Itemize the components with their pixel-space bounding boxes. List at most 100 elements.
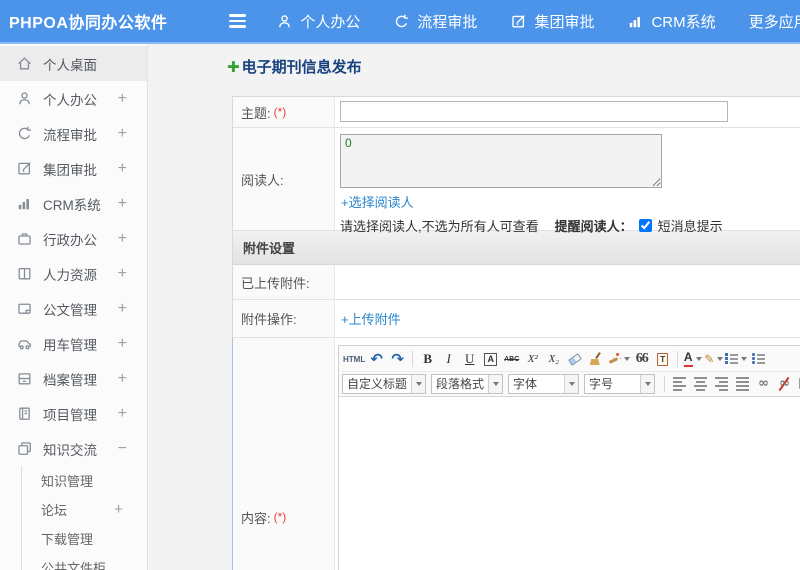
nav-group-approval[interactable]: 集团审批 (510, 11, 594, 32)
ordered-list-button[interactable] (724, 349, 748, 369)
sidebar-item-vehicle-mgmt[interactable]: 用车管理 + (0, 326, 147, 361)
insert-link-button[interactable]: ∞ (753, 374, 774, 394)
subject-label-cell: 主题: (*) (233, 97, 335, 127)
remind-readers-label: 提醒阅读人： (554, 219, 633, 234)
font-border-button[interactable]: A (480, 349, 501, 369)
select-dropdown-button[interactable] (411, 374, 426, 393)
bold-button[interactable]: B (417, 349, 438, 369)
subscript-button[interactable]: X₂ (543, 349, 564, 369)
editor-toolbar-row1: HTML ↶ ↷ B I U A ABC X² X₂ 66 T A ✎ (342, 347, 800, 371)
sidebar-subitem-forum[interactable]: 论坛 + (22, 495, 147, 524)
custom-title-select[interactable]: 自定义标题 (342, 373, 427, 394)
expand-plus-icon[interactable]: + (118, 125, 127, 143)
align-right-button[interactable] (711, 374, 732, 394)
notebook-icon (19, 407, 30, 420)
expand-plus-icon[interactable]: + (118, 195, 127, 213)
subject-input[interactable] (340, 101, 728, 122)
strikethrough-button[interactable]: ABC (501, 349, 522, 369)
sidebar-item-crm[interactable]: CRM系统 + (0, 186, 147, 221)
caret-down-icon (492, 381, 499, 386)
align-left-button[interactable] (669, 374, 690, 394)
sidebar-item-group-approval[interactable]: 集团审批 + (0, 151, 147, 186)
remove-format-button[interactable] (564, 349, 585, 369)
clear-format-button[interactable] (585, 349, 606, 369)
expand-plus-icon[interactable]: + (118, 370, 127, 388)
select-dropdown-button[interactable] (640, 374, 655, 393)
app-window: PHPOA协同办公软件 个人办公 流程审批 集团审批 CRM系统 更多应 个人桌… (0, 0, 800, 570)
readers-textarea[interactable]: 0 (340, 134, 662, 188)
bar-chart-icon (18, 199, 29, 210)
sidebar-item-desktop[interactable]: 个人桌面 (0, 46, 147, 81)
sidebar-item-knowledge-exchange[interactable]: 知识交流 − (0, 431, 147, 466)
toolbar-separator (664, 375, 666, 392)
sidebar-subitem-public-file-cabinet[interactable]: 公共文件柜 (22, 553, 147, 570)
blockquote-button[interactable]: 66 (631, 349, 652, 369)
nav-label: CRM系统 (651, 13, 716, 31)
menu-toggle-icon[interactable] (225, 10, 250, 32)
editor-toolbar: HTML ↶ ↷ B I U A ABC X² X₂ 66 T A ✎ 自定义标… (339, 346, 800, 397)
attachment-action-label-cell: 附件操作: (233, 300, 335, 337)
nav-label: 个人办公 (300, 13, 361, 31)
expand-plus-icon[interactable]: + (118, 265, 127, 283)
redo-button[interactable]: ↷ (387, 349, 408, 369)
sidebar-submenu: 知识管理 论坛 + 下载管理 公共文件柜 (21, 466, 147, 570)
paste-plain-text-button[interactable]: T (652, 349, 673, 369)
remove-link-button[interactable]: ∞ (774, 374, 795, 394)
font-size-select[interactable]: 字号 (584, 373, 656, 394)
sms-notify-checkbox[interactable] (638, 219, 652, 232)
underline-button[interactable]: U (459, 349, 480, 369)
expand-plus-icon[interactable]: + (118, 405, 127, 423)
collapse-minus-icon[interactable]: − (118, 440, 127, 458)
html-source-button[interactable]: HTML (342, 349, 366, 369)
sidebar-item-personal-office[interactable]: 个人办公 + (0, 81, 147, 116)
select-dropdown-button[interactable] (564, 374, 579, 393)
expand-plus-icon[interactable]: + (118, 335, 127, 353)
autotypeset-button[interactable] (606, 349, 631, 369)
undo-button[interactable]: ↶ (366, 349, 387, 369)
expand-plus-icon[interactable]: + (118, 230, 127, 248)
select-dropdown-button[interactable] (488, 374, 503, 393)
expand-plus-icon[interactable]: + (118, 300, 127, 318)
highlight-color-button[interactable]: ✎ (703, 349, 724, 369)
align-center-button[interactable] (690, 374, 711, 394)
select-readers-link[interactable]: +选择阅读人 (341, 192, 414, 211)
editor-content-area[interactable] (339, 397, 800, 570)
sidebar-subitem-knowledge-mgmt[interactable]: 知识管理 (22, 466, 147, 495)
expand-plus-icon[interactable]: + (118, 160, 127, 178)
readers-hint: 请选择阅读人,不选为所有人可查看 (340, 219, 539, 234)
expand-plus-icon[interactable]: + (114, 501, 123, 518)
sidebar: 个人桌面 个人办公 + 流程审批 + 集团审批 + CRM系统 + 行政办公 +… (0, 44, 148, 570)
font-family-select[interactable]: 字体 (508, 373, 580, 394)
font-color-button[interactable]: A (682, 349, 703, 369)
readers-row: 阅读人: 0 +选择阅读人 请选择阅读人,不选为所有人可查看 提醒阅读人： 短消… (233, 128, 800, 234)
caret-down-icon (415, 381, 422, 386)
edit-square-icon (18, 162, 31, 175)
align-justify-button[interactable] (732, 374, 753, 394)
sidebar-item-admin-office[interactable]: 行政办公 + (0, 221, 147, 256)
app-logo[interactable]: PHPOA协同办公软件 (0, 9, 167, 33)
font-border-icon: A (484, 352, 497, 366)
document-icon (18, 303, 31, 314)
main-content: ✚ 电子期刊信息发布 主题: (*) 阅读人: 0 +选择阅读人 请选择阅读人,… (149, 44, 800, 570)
nav-more-apps[interactable]: 更多应用 (749, 11, 800, 32)
insert-image-button[interactable] (795, 374, 800, 394)
readers-value-cell: 0 +选择阅读人 请选择阅读人,不选为所有人可查看 提醒阅读人： 短消息提示 (335, 128, 800, 234)
book-icon (18, 267, 31, 280)
sidebar-item-workflow-approval[interactable]: 流程审批 + (0, 116, 147, 151)
sidebar-item-project-mgmt[interactable]: 项目管理 + (0, 396, 147, 431)
italic-button[interactable]: I (438, 349, 459, 369)
paragraph-format-select[interactable]: 段落格式 (431, 373, 504, 394)
sidebar-item-hr[interactable]: 人力资源 + (0, 256, 147, 291)
upload-attachment-link[interactable]: +上传附件 (341, 309, 401, 328)
sidebar-subitem-download-mgmt[interactable]: 下载管理 (22, 524, 147, 553)
nav-personal-office[interactable]: 个人办公 (276, 11, 360, 32)
unordered-list-button[interactable] (748, 349, 769, 369)
expand-plus-icon[interactable]: + (118, 90, 127, 108)
nav-label: 更多应用 (748, 13, 800, 31)
superscript-button[interactable]: X² (522, 349, 543, 369)
readers-label: 阅读人: (241, 172, 284, 188)
nav-workflow-approval[interactable]: 流程审批 (393, 11, 477, 32)
sidebar-item-document-mgmt[interactable]: 公文管理 + (0, 291, 147, 326)
sidebar-item-archive-mgmt[interactable]: 档案管理 + (0, 361, 147, 396)
nav-crm-system[interactable]: CRM系统 (627, 11, 716, 32)
